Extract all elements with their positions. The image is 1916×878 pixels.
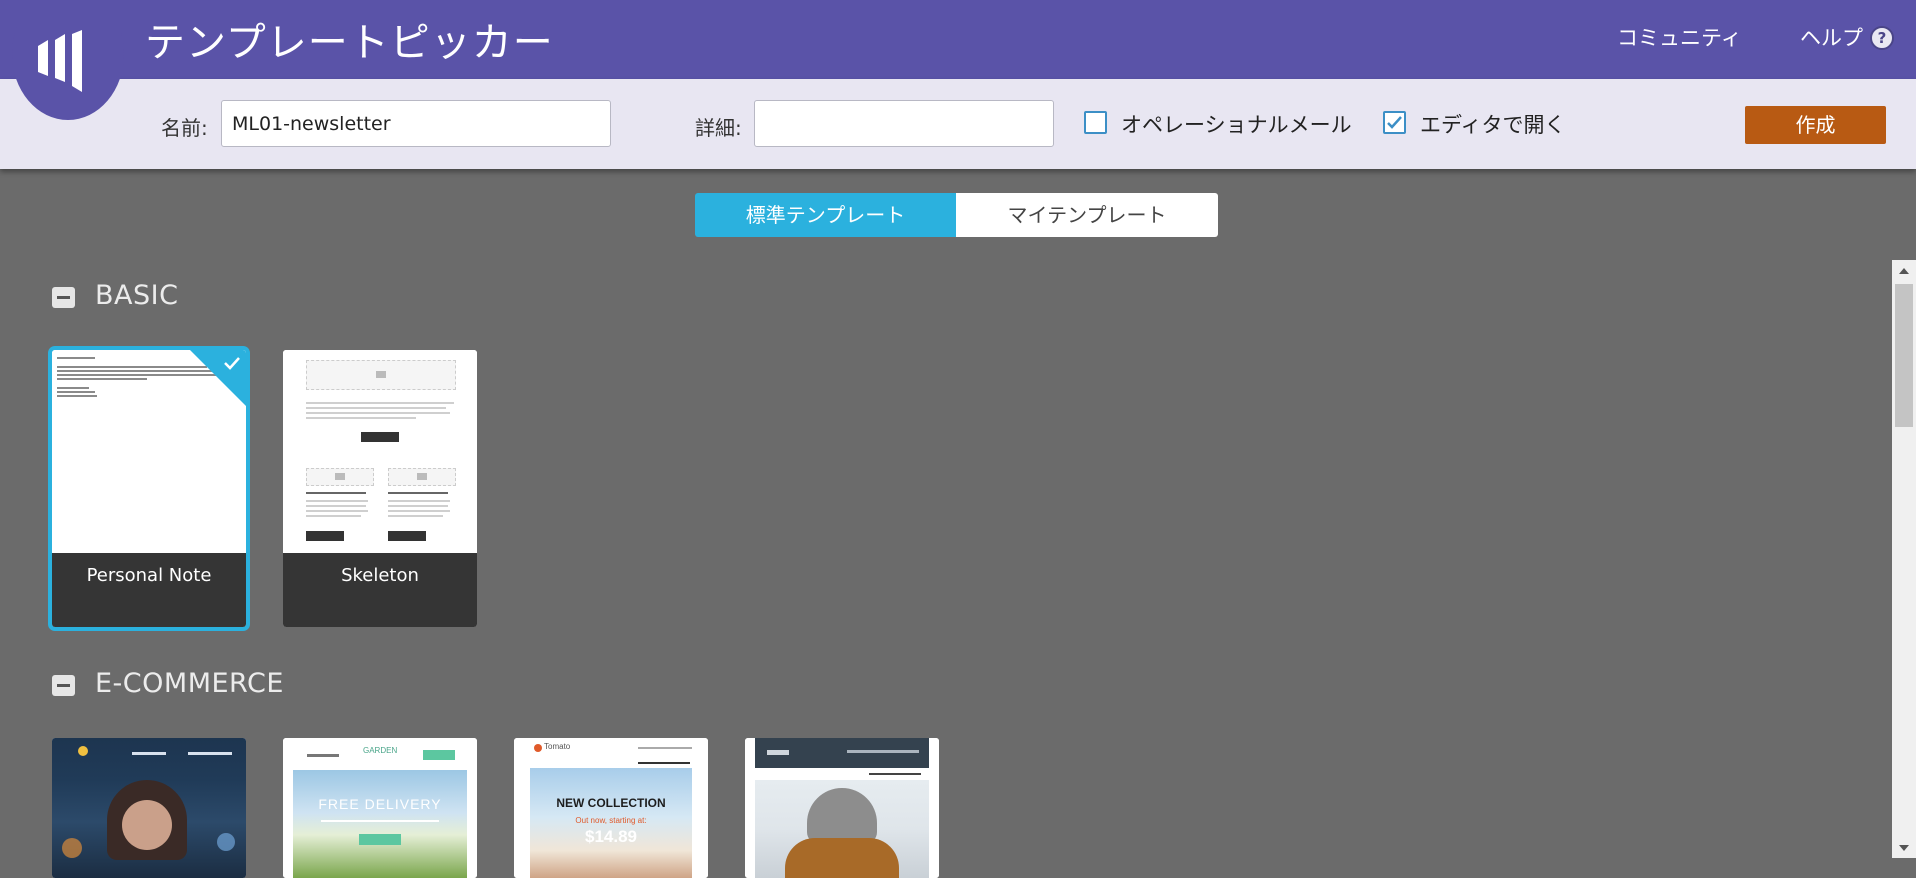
- page-title: テンプレートピッカー: [145, 20, 554, 66]
- template-card-personal-note[interactable]: Personal Note: [52, 350, 246, 627]
- tab-standard-templates[interactable]: 標準テンプレート: [695, 193, 956, 237]
- ecommerce-collapse-toggle[interactable]: [52, 675, 75, 696]
- thumb-brand-text: GARDEN: [363, 746, 398, 755]
- template-thumbnail: GARDEN FREE DELIVERY: [283, 738, 477, 878]
- thumb-headline-text: NEW COLLECTION: [556, 796, 666, 810]
- template-form-bar: 名前: 詳細: オペレーショナルメール エディタで開く 作成: [0, 79, 1916, 169]
- help-icon[interactable]: ?: [1870, 26, 1894, 50]
- open-in-editor-checkbox[interactable]: [1383, 111, 1406, 134]
- template-card-ecommerce-1[interactable]: [52, 738, 246, 878]
- tab-my-templates[interactable]: マイテンプレート: [956, 193, 1218, 237]
- name-label: 名前:: [161, 116, 208, 140]
- operational-email-label: オペレーショナルメール: [1121, 113, 1352, 137]
- template-card-skeleton[interactable]: Skeleton: [283, 350, 477, 627]
- check-icon: [1387, 116, 1402, 129]
- template-name: Personal Note: [52, 553, 246, 627]
- thumb-brand-text: Tomato: [544, 742, 571, 751]
- template-thumbnail: [52, 738, 246, 878]
- section-title-basic: BASIC: [95, 280, 179, 311]
- operational-email-checkbox[interactable]: [1084, 111, 1107, 134]
- scrollbar-thumb[interactable]: [1895, 284, 1913, 427]
- thumb-headline-text: FREE DELIVERY: [318, 796, 442, 812]
- check-icon: [224, 357, 240, 370]
- template-name: Skeleton: [283, 553, 477, 627]
- detail-input[interactable]: [754, 100, 1054, 147]
- thumb-subtitle-text: Out now, starting at:: [575, 816, 647, 825]
- template-thumbnail: [745, 738, 939, 878]
- template-card-ecommerce-3[interactable]: Tomato NEW COLLECTION Out now, starting …: [514, 738, 708, 878]
- open-in-editor-label: エディタで開く: [1420, 113, 1566, 137]
- scroll-up-arrow-icon[interactable]: [1899, 268, 1909, 274]
- template-thumbnail: Tomato NEW COLLECTION Out now, starting …: [514, 738, 708, 878]
- detail-label: 詳細:: [695, 116, 742, 140]
- thumb-price-text: $14.89: [585, 827, 637, 846]
- community-link[interactable]: コミュニティ: [1617, 22, 1742, 52]
- scroll-down-arrow-icon[interactable]: [1899, 845, 1909, 851]
- create-button[interactable]: 作成: [1745, 106, 1886, 144]
- basic-collapse-toggle[interactable]: [52, 287, 75, 308]
- section-title-ecommerce: E-COMMERCE: [95, 668, 284, 699]
- template-card-ecommerce-4[interactable]: [745, 738, 939, 878]
- vertical-scrollbar[interactable]: [1892, 260, 1916, 858]
- template-card-ecommerce-2[interactable]: GARDEN FREE DELIVERY: [283, 738, 477, 878]
- help-link[interactable]: ヘルプ: [1800, 22, 1863, 52]
- top-header: テンプレートピッカー コミュニティ ヘルプ ?: [0, 0, 1916, 79]
- name-input[interactable]: [221, 100, 611, 147]
- template-thumbnail: [283, 350, 477, 553]
